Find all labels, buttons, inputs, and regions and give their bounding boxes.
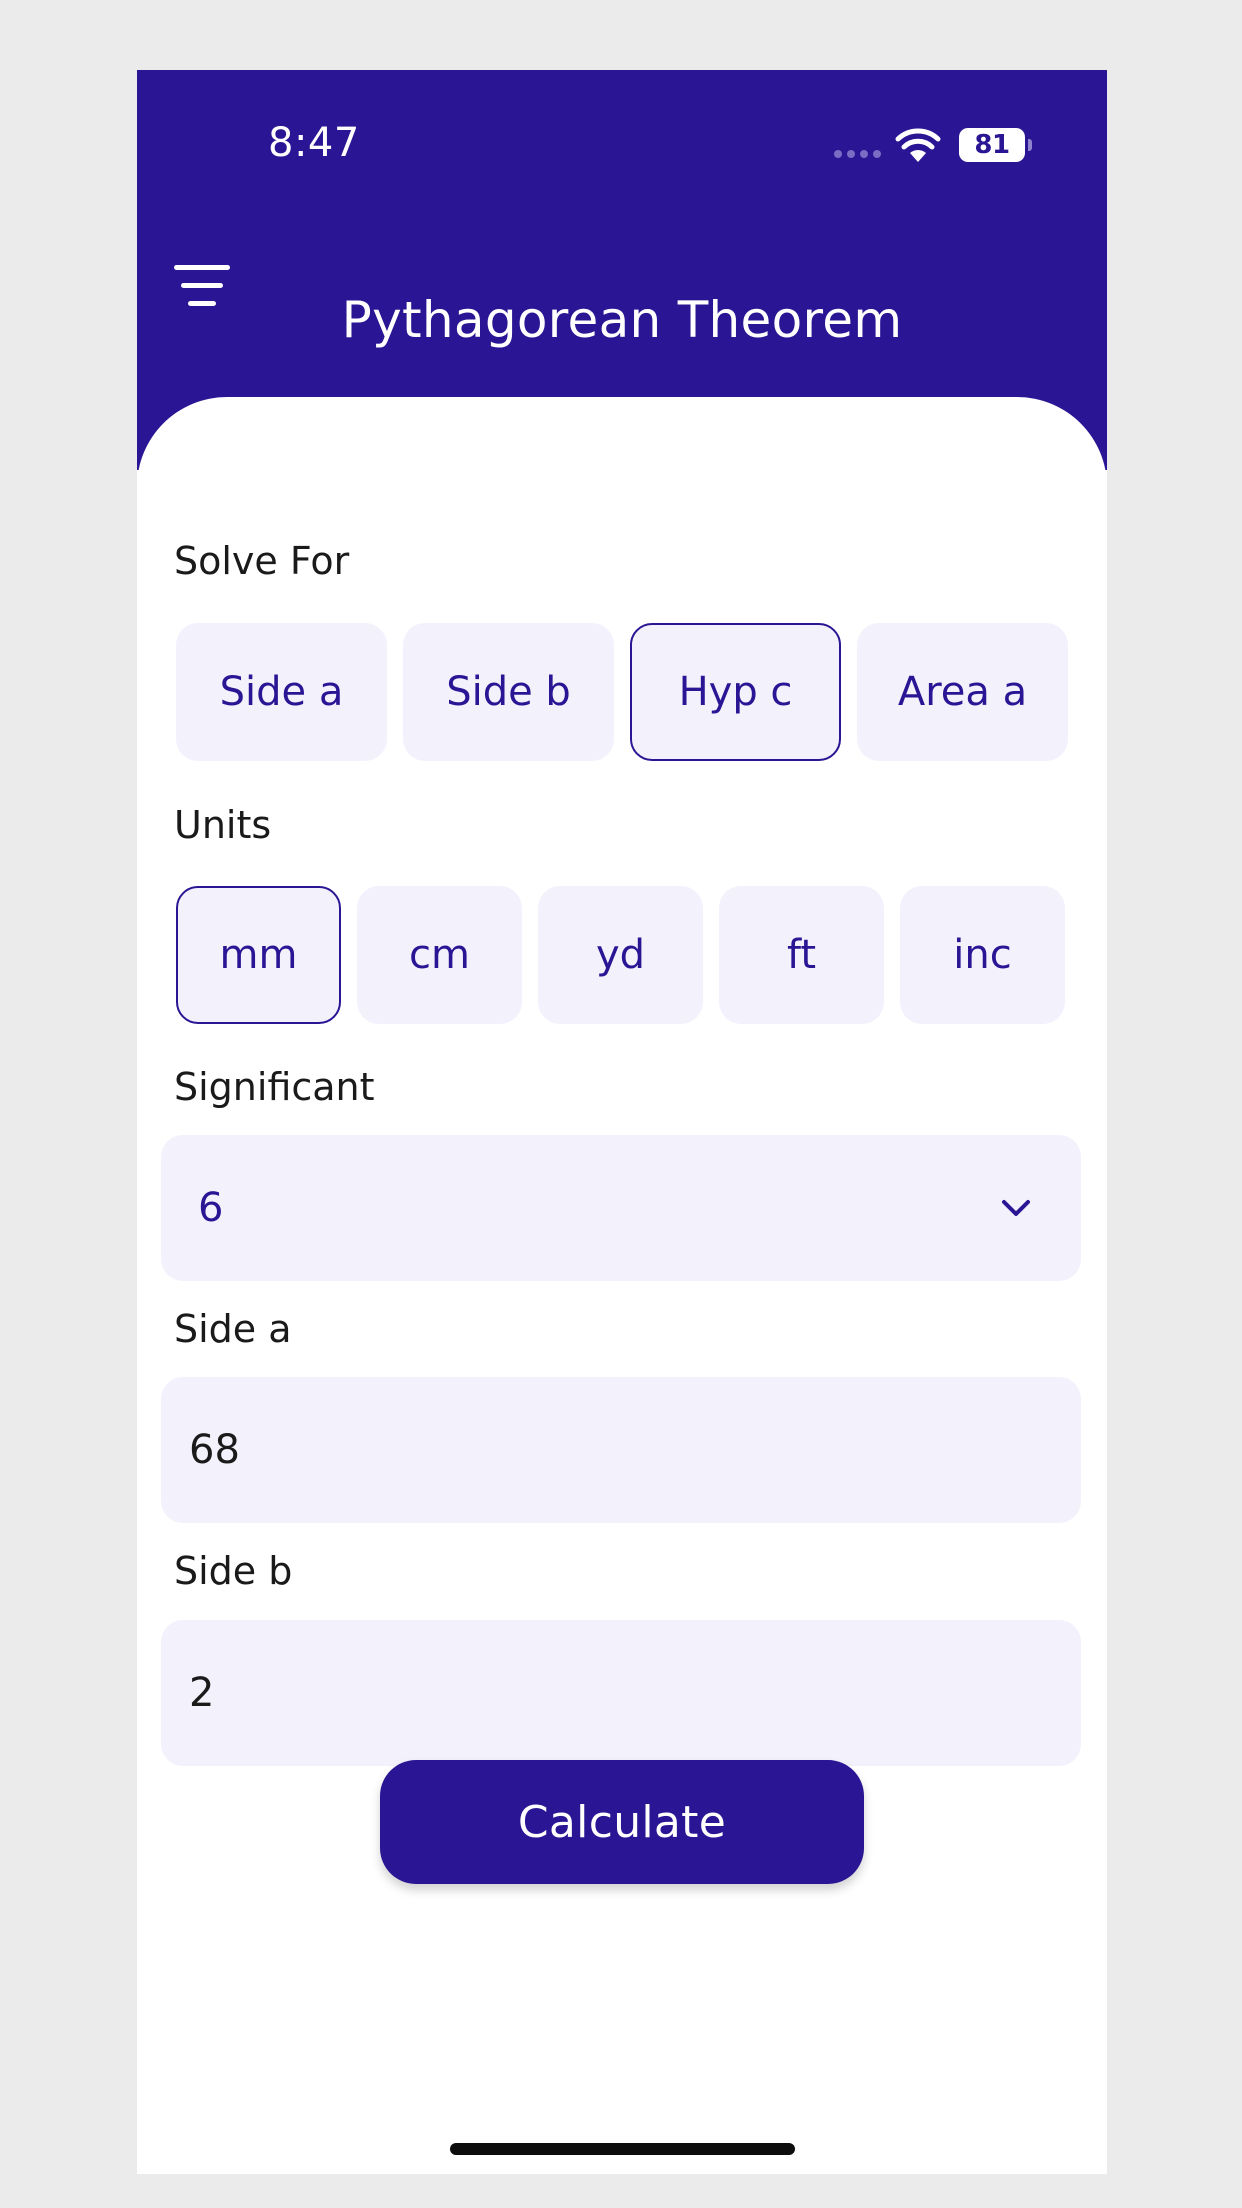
unit-cm-button[interactable]: cm (357, 886, 522, 1024)
significant-select[interactable]: 6 (161, 1135, 1081, 1281)
solve-for-side-a-button[interactable]: Side a (176, 623, 387, 761)
units-label: Units (174, 803, 272, 847)
unit-inc-button[interactable]: inc (900, 886, 1065, 1024)
filter-menu-icon[interactable] (174, 265, 230, 309)
battery-icon: 81 (959, 128, 1032, 162)
page-title: Pythagorean Theorem (341, 291, 903, 349)
solve-for-options: Side a Side b Hyp c Area a (176, 623, 1068, 761)
solve-for-area-button[interactable]: Area a (857, 623, 1068, 761)
side-a-label: Side a (174, 1307, 292, 1351)
side-a-value: 68 (189, 1427, 240, 1473)
unit-yd-button[interactable]: yd (538, 886, 703, 1024)
side-a-input[interactable]: 68 (161, 1377, 1081, 1523)
significant-label: Significant (174, 1065, 375, 1109)
status-time: 8:47 (268, 120, 360, 166)
solve-for-hyp-c-button[interactable]: Hyp c (630, 623, 841, 761)
solve-for-label: Solve For (174, 539, 350, 583)
side-b-label: Side b (174, 1549, 293, 1593)
significant-value: 6 (198, 1185, 224, 1231)
phone-screen: 8:47 81 Pythagorean Theorem Solve For Si… (137, 70, 1107, 2174)
chevron-down-icon (1002, 1200, 1030, 1216)
wifi-icon (895, 128, 941, 162)
unit-ft-button[interactable]: ft (719, 886, 884, 1024)
calculate-button[interactable]: Calculate (380, 1760, 864, 1884)
units-options: mm cm yd ft inc (176, 886, 1065, 1024)
home-indicator[interactable] (450, 2143, 795, 2155)
side-b-value: 2 (189, 1670, 215, 1716)
side-b-input[interactable]: 2 (161, 1620, 1081, 1766)
solve-for-side-b-button[interactable]: Side b (403, 623, 614, 761)
content-sheet: Solve For Side a Side b Hyp c Area a Uni… (137, 397, 1107, 2174)
unit-mm-button[interactable]: mm (176, 886, 341, 1024)
cellular-signal-icon (834, 150, 881, 158)
